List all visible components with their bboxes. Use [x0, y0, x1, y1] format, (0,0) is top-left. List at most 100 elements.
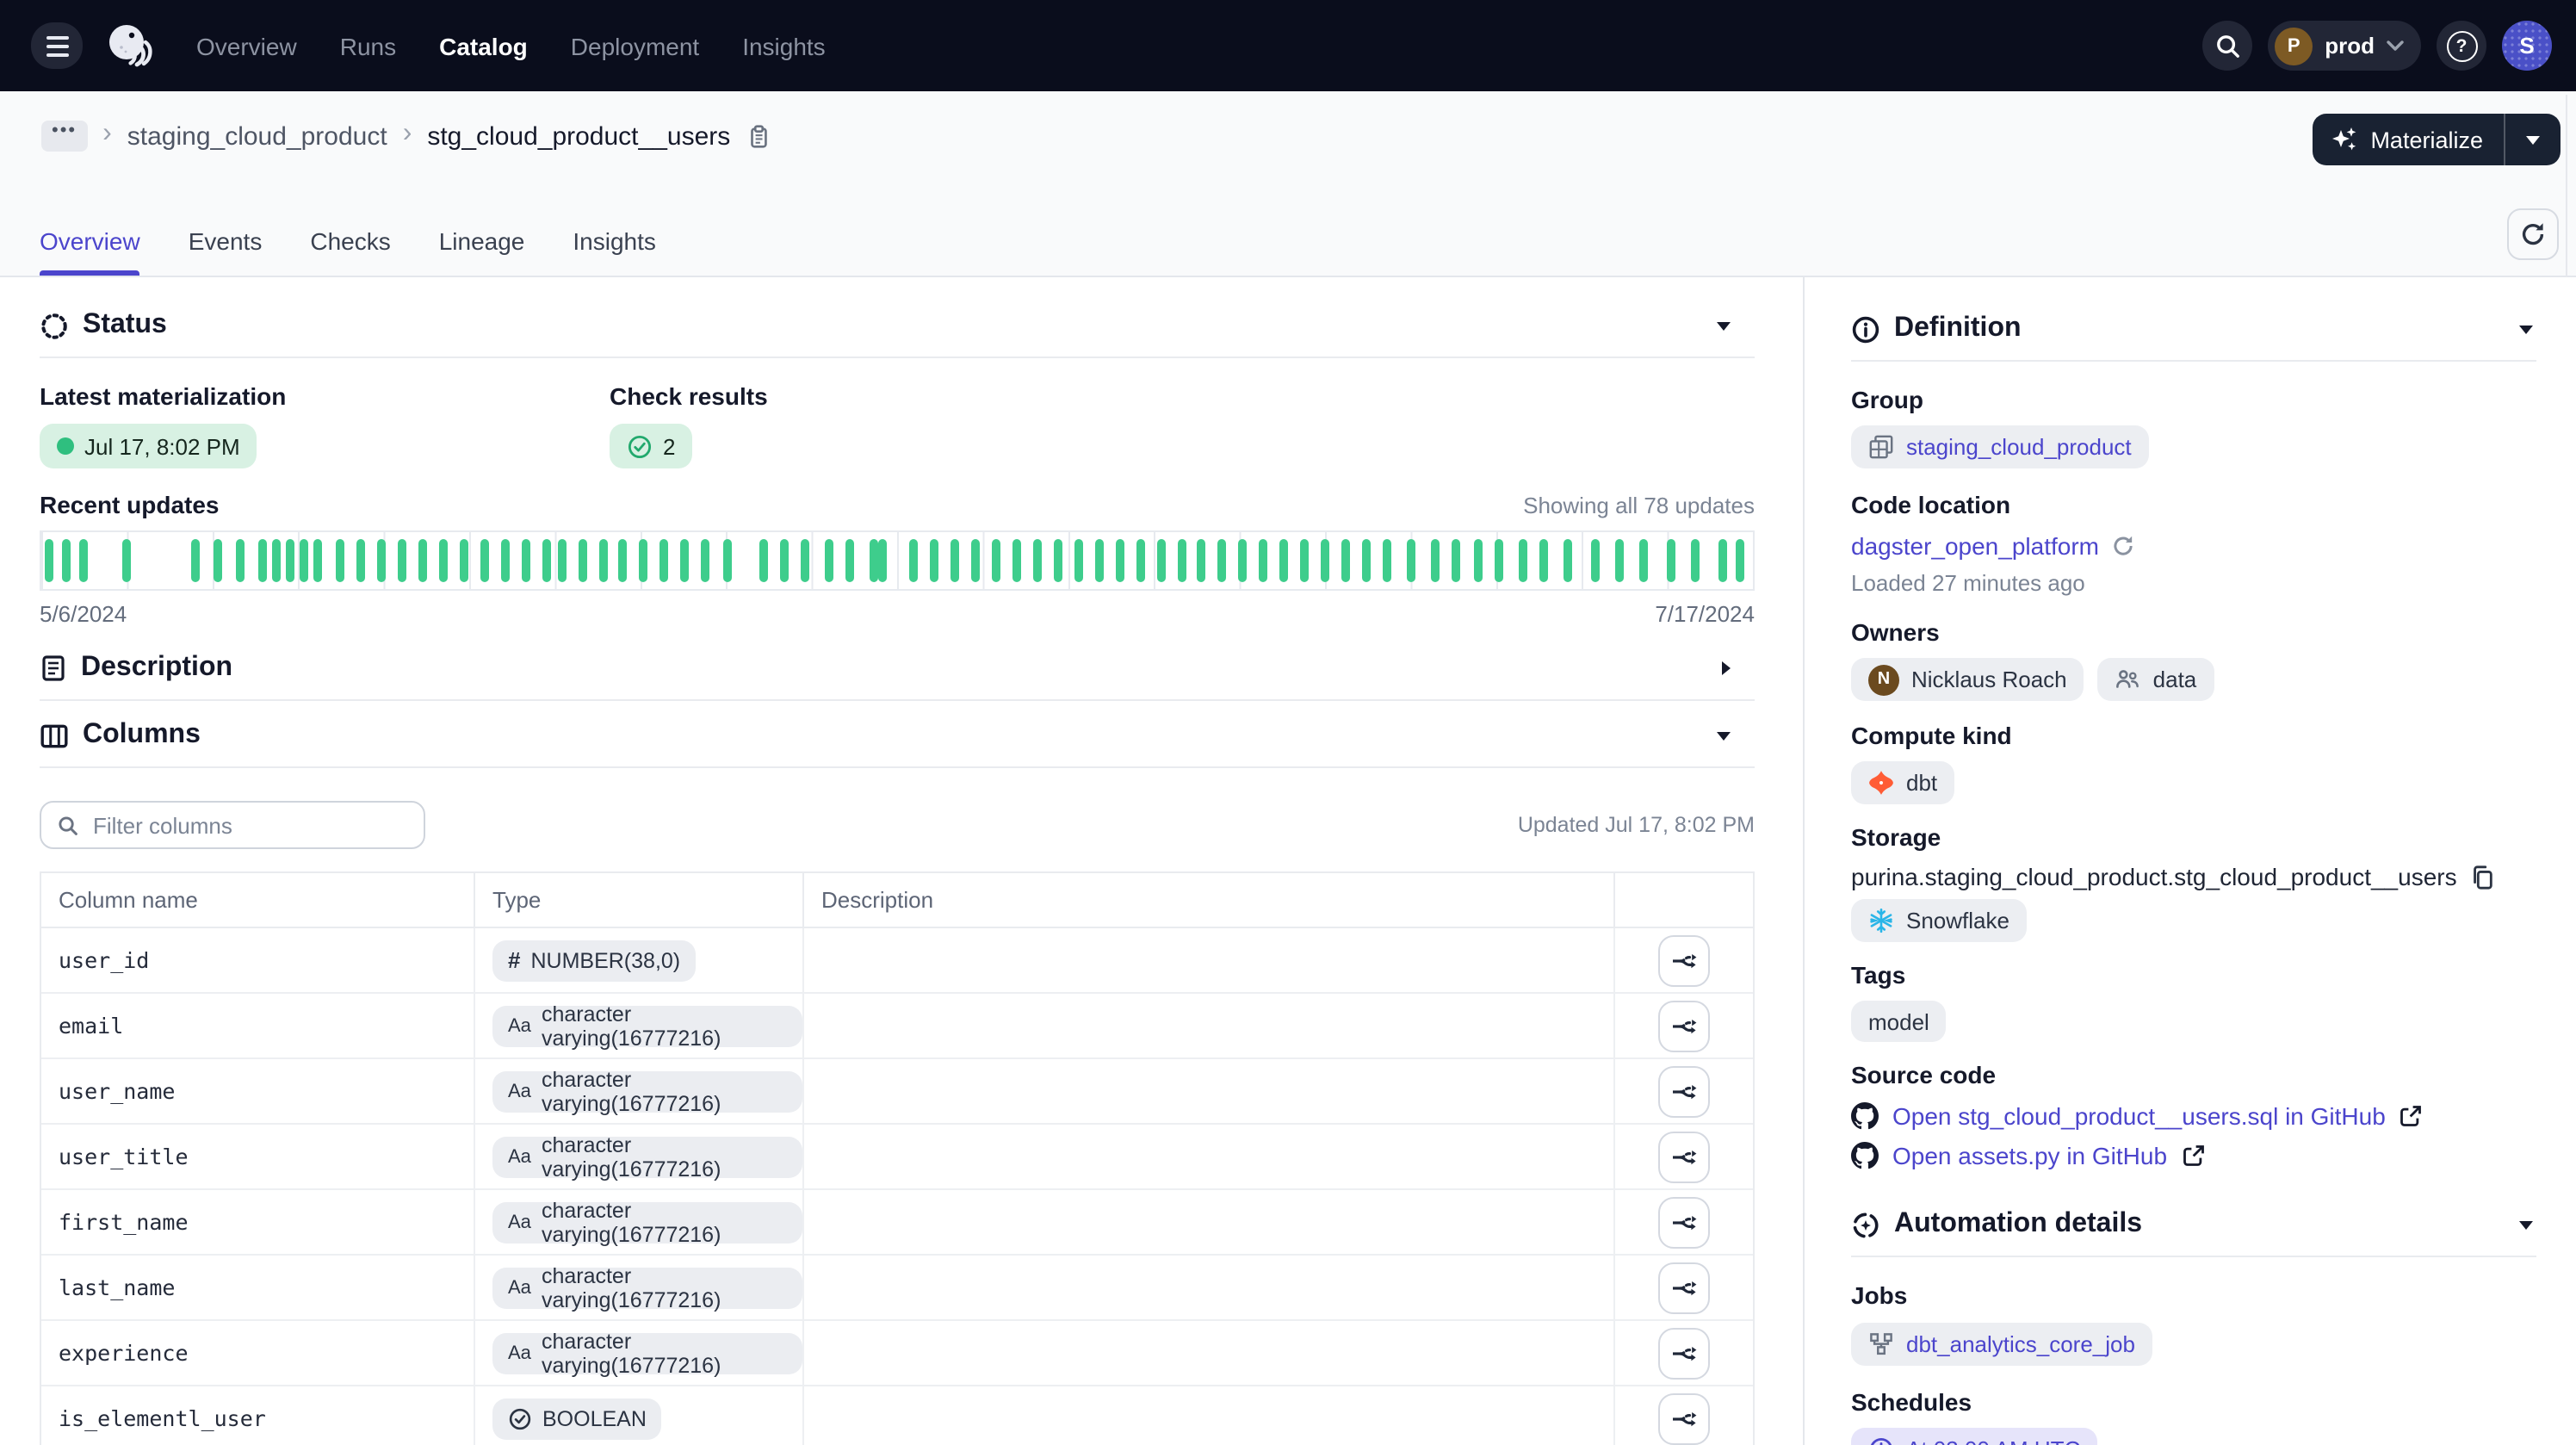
materialization-tick[interactable] — [951, 539, 960, 582]
materialization-tick[interactable] — [992, 539, 1000, 582]
materialization-tick[interactable] — [931, 539, 939, 582]
materialization-tick[interactable] — [759, 539, 768, 582]
materialization-tick[interactable] — [824, 539, 833, 582]
group-link[interactable]: staging_cloud_product — [1906, 434, 2132, 460]
definition-section-header[interactable]: Definition — [1851, 305, 2536, 353]
materialization-tick[interactable] — [1451, 539, 1459, 582]
materialization-tick[interactable] — [337, 539, 345, 582]
materialization-tick[interactable] — [480, 539, 489, 582]
materialization-tick[interactable] — [418, 539, 427, 582]
nav-item-catalog[interactable]: Catalog — [439, 32, 528, 59]
description-section-header[interactable]: Description — [40, 644, 1755, 692]
materialization-tick[interactable] — [660, 539, 669, 582]
materialization-tick[interactable] — [1475, 539, 1483, 582]
column-lineage-button[interactable] — [1658, 1327, 1710, 1379]
collapse-chevron-icon[interactable] — [1717, 731, 1731, 740]
column-lineage-button[interactable] — [1658, 934, 1710, 986]
collapse-chevron-icon[interactable] — [2519, 1220, 2533, 1229]
materialization-tick[interactable] — [1136, 539, 1144, 582]
tab-overview[interactable]: Overview — [40, 227, 140, 276]
materialization-tick[interactable] — [780, 539, 789, 582]
tab-insights[interactable]: Insights — [573, 227, 656, 276]
column-lineage-button[interactable] — [1658, 1392, 1710, 1444]
source-code-link-label[interactable]: Open assets.py in GitHub — [1892, 1142, 2167, 1169]
materialization-tick[interactable] — [1239, 539, 1248, 582]
materialization-tick[interactable] — [398, 539, 406, 582]
materialization-tick[interactable] — [1615, 539, 1624, 582]
tab-checks[interactable]: Checks — [310, 227, 390, 276]
filter-columns-input[interactable] — [90, 810, 408, 840]
materialization-tick[interactable] — [285, 539, 294, 582]
code-location-name[interactable]: dagster_open_platform — [1851, 532, 2099, 560]
source-code-link-label[interactable]: Open stg_cloud_product__users.sql in Git… — [1892, 1102, 2386, 1130]
materialization-tick[interactable] — [1156, 539, 1165, 582]
materialization-tick[interactable] — [313, 539, 321, 582]
materialization-tick[interactable] — [1321, 539, 1329, 582]
materialization-tick[interactable] — [619, 539, 628, 582]
menu-icon[interactable] — [31, 22, 83, 69]
columns-section-header[interactable]: Columns — [40, 711, 1755, 760]
source-code-link[interactable]: Open assets.py in GitHub — [1851, 1142, 2536, 1169]
column-lineage-button[interactable] — [1658, 1196, 1710, 1248]
materialization-tick[interactable] — [378, 539, 387, 582]
materialization-tick[interactable] — [80, 539, 89, 582]
materialization-tick[interactable] — [501, 539, 510, 582]
search-button[interactable] — [2202, 21, 2252, 71]
materialization-tick[interactable] — [1198, 539, 1206, 582]
column-lineage-button[interactable] — [1658, 1131, 1710, 1182]
materialization-tick[interactable] — [1564, 539, 1572, 582]
materialization-tick[interactable] — [299, 539, 307, 582]
tab-lineage[interactable]: Lineage — [439, 227, 525, 276]
materialization-tick[interactable] — [63, 539, 71, 582]
materialization-tick[interactable] — [191, 539, 200, 582]
materialization-tick[interactable] — [542, 539, 550, 582]
group-pill[interactable]: staging_cloud_product — [1851, 425, 2149, 468]
materialization-tick[interactable] — [801, 539, 809, 582]
schedule-pill[interactable]: At 03:00 AM UTC — [1851, 1428, 2097, 1445]
team-pill[interactable]: data — [2098, 658, 2214, 701]
breadcrumb-group-link[interactable]: staging_cloud_product — [127, 121, 387, 151]
nav-item-runs[interactable]: Runs — [340, 32, 396, 59]
compute-kind-pill[interactable]: dbt — [1851, 761, 1954, 804]
automation-section-header[interactable]: Automation details — [1851, 1200, 2536, 1249]
check-results-pill[interactable]: 2 — [610, 424, 692, 468]
materialization-tick[interactable] — [910, 539, 919, 582]
breadcrumb-more-button[interactable]: ••• — [41, 121, 87, 152]
tab-events[interactable]: Events — [189, 227, 263, 276]
dagster-logo-icon[interactable] — [103, 20, 155, 71]
code-location-link[interactable]: dagster_open_platform — [1851, 532, 2135, 560]
materialization-tick[interactable] — [878, 539, 887, 582]
materialization-tick[interactable] — [1033, 539, 1042, 582]
materialization-tick[interactable] — [1012, 539, 1021, 582]
materialization-tick[interactable] — [1300, 539, 1309, 582]
materialization-tick[interactable] — [214, 539, 222, 582]
materialization-tick[interactable] — [1259, 539, 1267, 582]
materialization-tick[interactable] — [1520, 539, 1528, 582]
materialization-tick[interactable] — [1218, 539, 1227, 582]
materialization-tick[interactable] — [522, 539, 530, 582]
nav-item-deployment[interactable]: Deployment — [571, 32, 699, 59]
materialization-tick[interactable] — [271, 539, 280, 582]
column-lineage-button[interactable] — [1658, 1065, 1710, 1117]
latest-materialization-pill[interactable]: Jul 17, 8:02 PM — [40, 424, 257, 468]
materialization-tick[interactable] — [598, 539, 607, 582]
materialization-tick[interactable] — [1054, 539, 1062, 582]
copy-icon[interactable] — [746, 123, 771, 149]
user-avatar[interactable]: S — [2502, 21, 2552, 71]
materialization-tick[interactable] — [1539, 539, 1548, 582]
materialization-tick[interactable] — [1639, 539, 1648, 582]
materialization-tick[interactable] — [460, 539, 468, 582]
source-code-link[interactable]: Open stg_cloud_product__users.sql in Git… — [1851, 1102, 2536, 1130]
expand-chevron-icon[interactable] — [1722, 661, 1731, 675]
materialization-tick[interactable] — [1279, 539, 1288, 582]
materialization-tick[interactable] — [1115, 539, 1124, 582]
materialization-tick[interactable] — [1591, 539, 1600, 582]
materialization-tick[interactable] — [701, 539, 709, 582]
materialization-tick[interactable] — [1341, 539, 1350, 582]
materialization-tick[interactable] — [869, 539, 877, 582]
materialization-tick[interactable] — [640, 539, 648, 582]
reload-icon[interactable] — [2111, 534, 2135, 558]
tag-pill[interactable]: model — [1851, 1001, 1947, 1042]
column-lineage-button[interactable] — [1658, 1262, 1710, 1313]
materialization-tick[interactable] — [1177, 539, 1186, 582]
